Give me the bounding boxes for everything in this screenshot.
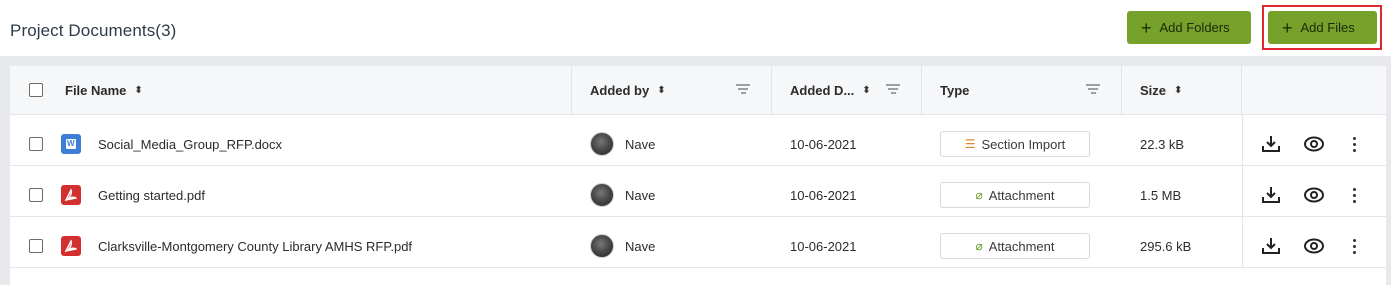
filter-icon[interactable] [736, 84, 750, 94]
column-divider [1121, 66, 1122, 115]
section-import-icon: ☰ [964, 137, 976, 151]
type-label: Attachment [988, 238, 1055, 254]
filter-icon[interactable] [1086, 84, 1100, 94]
row-divider [10, 216, 1386, 217]
select-all-checkbox[interactable] [29, 83, 43, 97]
file-size: 22.3 kB [1140, 136, 1185, 152]
row-divider [10, 267, 1386, 268]
sort-icon[interactable]: ⬍ [1174, 85, 1182, 96]
sort-icon[interactable]: ⬍ [134, 85, 142, 96]
added-by: Nave [625, 136, 656, 152]
more-options-icon[interactable] [1353, 239, 1357, 257]
type-label: Attachment [988, 187, 1055, 203]
column-header-added-by[interactable]: Added by ⬍ [590, 66, 666, 115]
paperclip-icon: ⌀ [975, 239, 983, 253]
file-size: 1.5 MB [1140, 187, 1182, 203]
eye-icon[interactable] [1303, 184, 1325, 206]
column-label: Added by [590, 83, 650, 98]
added-date: 10-06-2021 [790, 136, 857, 152]
added-date: 10-06-2021 [790, 238, 857, 254]
file-size: 295.6 kB [1140, 238, 1192, 254]
row-checkbox[interactable] [29, 239, 43, 253]
sort-icon[interactable]: ⬍ [657, 85, 665, 96]
row-divider [10, 165, 1386, 166]
column-divider [921, 66, 922, 115]
row-checkbox[interactable] [29, 137, 43, 151]
actions-divider [1242, 115, 1243, 267]
download-icon[interactable] [1260, 184, 1282, 206]
sort-icon[interactable]: ⬍ [862, 85, 870, 96]
column-header-added-date[interactable]: Added D... ⬍ [790, 66, 871, 115]
add-files-button[interactable]: + Add Files [1268, 11, 1377, 44]
column-divider [771, 66, 772, 115]
add-files-label: Add Files [1300, 20, 1355, 35]
avatar [590, 234, 614, 258]
added-by: Nave [625, 238, 656, 254]
type-label: Section Import [981, 136, 1066, 152]
pdf-icon [61, 236, 81, 256]
plus-icon: + [1141, 17, 1152, 38]
file-name[interactable]: Social_Media_Group_RFP.docx [98, 134, 282, 154]
eye-icon[interactable] [1303, 235, 1325, 257]
column-header-file-name[interactable]: File Name ⬍ [65, 66, 143, 115]
type-badge: ⌀ Attachment [940, 182, 1090, 208]
avatar [590, 132, 614, 156]
more-options-icon[interactable] [1353, 137, 1357, 155]
word-icon: W [61, 134, 81, 154]
column-label: Size [1140, 83, 1167, 98]
column-label: Type [940, 83, 970, 98]
type-badge: ☰ Section Import [940, 131, 1090, 157]
file-name[interactable]: Getting started.pdf [98, 185, 205, 205]
plus-icon: + [1282, 17, 1293, 38]
column-header-type[interactable]: Type [940, 66, 969, 115]
column-header-size[interactable]: Size ⬍ [1140, 66, 1182, 115]
eye-icon[interactable] [1303, 133, 1325, 155]
page-title: Project Documents(3) [10, 21, 177, 40]
add-folders-label: Add Folders [1159, 20, 1230, 35]
file-name[interactable]: Clarksville-Montgomery County Library AM… [98, 236, 412, 256]
column-divider [1241, 66, 1242, 115]
filter-icon[interactable] [886, 84, 900, 94]
column-label: File Name [65, 83, 127, 98]
row-checkbox[interactable] [29, 188, 43, 202]
type-badge: ⌀ Attachment [940, 233, 1090, 259]
column-label: Added D... [790, 83, 855, 98]
pdf-icon [61, 185, 81, 205]
avatar [590, 183, 614, 207]
paperclip-icon: ⌀ [975, 188, 983, 202]
add-folders-button[interactable]: + Add Folders [1127, 11, 1251, 44]
added-date: 10-06-2021 [790, 187, 857, 203]
added-by: Nave [625, 187, 656, 203]
download-icon[interactable] [1260, 235, 1282, 257]
more-options-icon[interactable] [1353, 188, 1357, 206]
column-divider [571, 66, 572, 115]
download-icon[interactable] [1260, 133, 1282, 155]
